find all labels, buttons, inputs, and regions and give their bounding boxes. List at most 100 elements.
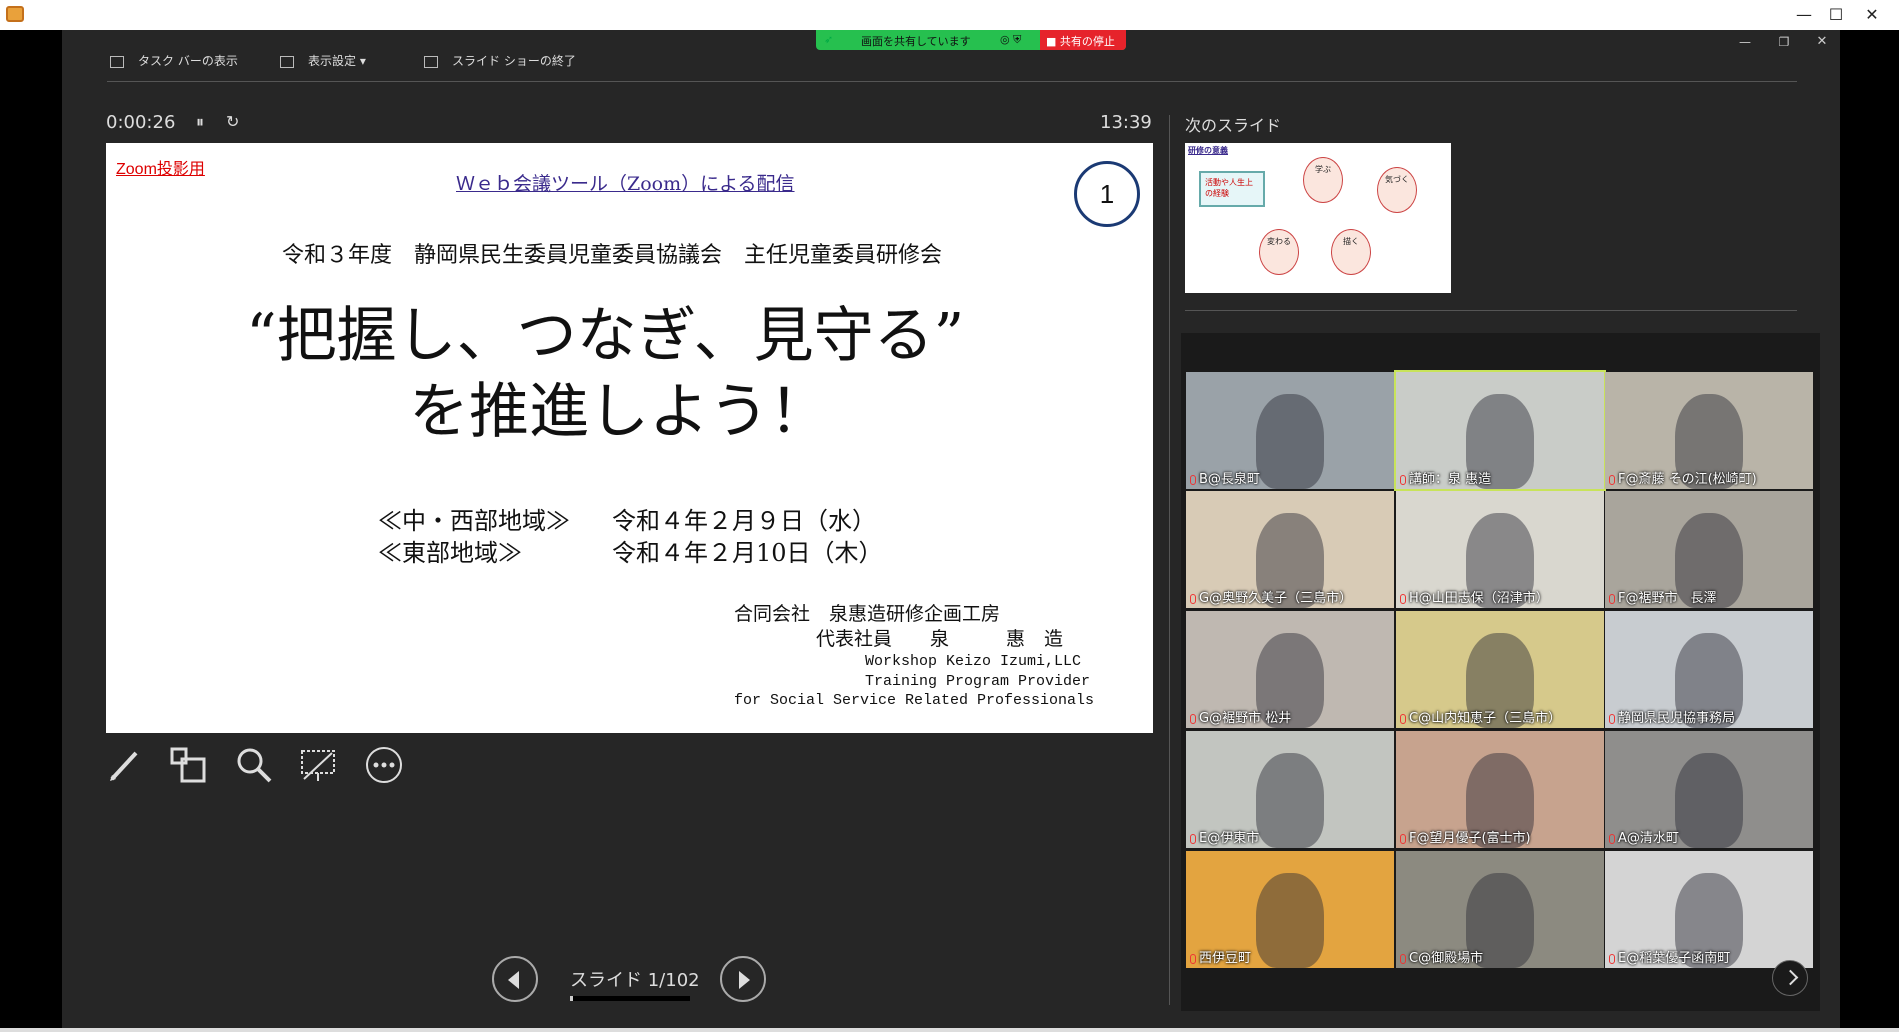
muted-mic-icon bbox=[1400, 833, 1406, 844]
next-slide-thumbnail[interactable]: 研修の意義 活動や人生上の経験 学ぶ 気づく 描く 変わる bbox=[1185, 143, 1451, 293]
participant-name: A@清水町 bbox=[1609, 827, 1679, 846]
english-line2: Training Program Provider bbox=[865, 673, 1091, 690]
participant-name: G@奥野久美子（三島市） bbox=[1190, 587, 1352, 606]
participant-name-text: A@清水町 bbox=[1618, 831, 1679, 846]
participant-name-text: 講師：泉 惠造 bbox=[1409, 472, 1492, 487]
pen-icon[interactable] bbox=[106, 745, 146, 785]
slide-progress bbox=[570, 996, 690, 1001]
stop-share-label: 共有の停止 bbox=[1059, 35, 1115, 48]
previous-slide-button[interactable] bbox=[492, 956, 538, 1002]
maximize-button[interactable]: ☐ bbox=[1818, 3, 1854, 27]
english-line1: Workshop Keizo Izumi,LLC bbox=[865, 653, 1082, 670]
participant-tile[interactable]: 講師：泉 惠造 bbox=[1394, 370, 1606, 491]
participant-name-text: C@御殿場市 bbox=[1409, 951, 1484, 966]
show-taskbar-button[interactable]: タスク バーの表示 bbox=[110, 52, 238, 69]
date1: 令和４年２月９日（水） bbox=[612, 507, 876, 535]
elapsed-timer: 0:00:26 bbox=[106, 112, 176, 133]
participant-tile[interactable]: E@伊東市 bbox=[1186, 731, 1394, 848]
share-status: 画面を共有しています bbox=[861, 35, 971, 48]
participant-name-text: 静岡県民児協事務局 bbox=[1618, 711, 1736, 726]
slide-title-line2: を推進しよう！ bbox=[409, 377, 829, 447]
muted-mic-icon bbox=[1190, 593, 1196, 604]
participant-name: F@裾野市 長澤 bbox=[1609, 587, 1716, 606]
participant-video bbox=[1256, 394, 1324, 489]
end-slideshow-icon bbox=[424, 55, 438, 68]
date2-region: ≪東部地域≫ bbox=[378, 539, 522, 567]
participant-name-text: F@望月優子(富士市) bbox=[1409, 831, 1531, 846]
end-slideshow-label: スライド ショーの終了 bbox=[452, 54, 576, 68]
muted-mic-icon bbox=[1400, 953, 1406, 964]
pv-close-icon[interactable]: ✕ bbox=[1804, 30, 1840, 54]
participant-video bbox=[1675, 753, 1743, 848]
participant-tile[interactable]: H@山田志保（沼津市） bbox=[1396, 491, 1604, 608]
muted-mic-icon bbox=[1609, 833, 1615, 844]
participant-tile[interactable]: F@斎藤 その江(松崎町) bbox=[1605, 372, 1813, 489]
slide-header: Ｗｅｂ会議ツール（Zoom）による配信 bbox=[456, 173, 795, 195]
slide-progress-fill bbox=[570, 996, 573, 1001]
participant-name: G@裾野市 松井 bbox=[1190, 707, 1291, 726]
muted-mic-icon bbox=[1190, 474, 1196, 485]
close-button[interactable]: ✕ bbox=[1854, 3, 1890, 27]
black-screen-icon[interactable] bbox=[298, 745, 338, 785]
display-settings-label: 表示設定 ▾ bbox=[308, 54, 366, 68]
date1-region: ≪中・西部地域≫ bbox=[378, 507, 570, 535]
english-line3: for Social Service Related Professionals bbox=[734, 692, 1095, 709]
participant-tile[interactable]: 静岡県民児協事務局 bbox=[1605, 611, 1813, 728]
participant-name-text: G@奥野久美子（三島市） bbox=[1199, 591, 1353, 606]
restart-timer-icon[interactable]: ↻ bbox=[226, 112, 239, 131]
display-settings-button[interactable]: 表示設定 ▾ bbox=[280, 52, 366, 69]
participant-tile[interactable]: E@稲葉優子函南町 bbox=[1605, 851, 1813, 968]
participant-name: E@伊東市 bbox=[1190, 827, 1259, 846]
pv-minimize-icon[interactable]: — bbox=[1727, 30, 1763, 54]
participant-name: E@稲葉優子函南町 bbox=[1609, 947, 1730, 966]
participant-name-text: F@裾野市 長澤 bbox=[1618, 591, 1717, 606]
muted-mic-icon bbox=[1190, 953, 1196, 964]
app-icon bbox=[6, 6, 24, 22]
thumb-box: 活動や人生上の経験 bbox=[1199, 171, 1265, 207]
pause-icon[interactable]: ⏸ bbox=[196, 112, 204, 132]
stop-share-button[interactable]: ■ 共有の停止 bbox=[1040, 30, 1126, 50]
muted-mic-icon bbox=[1609, 713, 1615, 724]
participant-name-text: G@裾野市 松井 bbox=[1199, 711, 1292, 726]
participant-tile[interactable]: C@山内知恵子（三島市） bbox=[1396, 611, 1604, 728]
participant-tile[interactable]: G@奥野久美子（三島市） bbox=[1186, 491, 1394, 608]
company-name: 合同会社 泉惠造研修企画工房 bbox=[734, 603, 1001, 625]
zoom-icon[interactable] bbox=[234, 745, 274, 785]
toolbar-divider bbox=[107, 81, 1797, 82]
muted-mic-icon bbox=[1400, 593, 1406, 604]
date2: 令和４年２月10日（木） bbox=[612, 539, 883, 567]
participant-name: F@斎藤 その江(松崎町) bbox=[1609, 468, 1757, 487]
pv-restore-icon[interactable]: ❐ bbox=[1766, 30, 1802, 54]
end-slideshow-button[interactable]: スライド ショーの終了 bbox=[424, 52, 576, 69]
participant-name-text: F@斎藤 その江(松崎町) bbox=[1618, 472, 1757, 487]
muted-mic-icon bbox=[1400, 713, 1406, 724]
participant-tile[interactable]: 西伊豆町 bbox=[1186, 851, 1394, 968]
muted-mic-icon bbox=[1609, 953, 1615, 964]
participant-tile[interactable]: F@望月優子(富士市) bbox=[1396, 731, 1604, 848]
participant-name: C@御殿場市 bbox=[1400, 947, 1483, 966]
participant-name: 静岡県民児協事務局 bbox=[1609, 707, 1735, 726]
participant-tile[interactable]: B@長泉町 bbox=[1186, 372, 1394, 489]
participant-name-text: 西伊豆町 bbox=[1199, 951, 1252, 966]
participant-name: 西伊豆町 bbox=[1190, 947, 1251, 966]
participant-tile[interactable]: A@清水町 bbox=[1605, 731, 1813, 848]
muted-mic-icon bbox=[1190, 833, 1196, 844]
minimize-button[interactable]: — bbox=[1786, 3, 1822, 27]
share-options-icon[interactable]: ◎ ⛨ bbox=[1000, 33, 1021, 47]
more-options-icon[interactable] bbox=[364, 745, 404, 785]
muted-mic-icon bbox=[1400, 474, 1406, 485]
participant-name: 講師：泉 惠造 bbox=[1400, 468, 1491, 487]
muted-mic-icon bbox=[1609, 593, 1615, 604]
muted-mic-icon bbox=[1190, 713, 1196, 724]
participant-tile[interactable]: G@裾野市 松井 bbox=[1186, 611, 1394, 728]
thumb-c3: 描く bbox=[1331, 229, 1371, 275]
next-page-icon[interactable] bbox=[1772, 960, 1808, 996]
all-slides-icon[interactable] bbox=[168, 745, 208, 785]
next-slide-button[interactable] bbox=[720, 956, 766, 1002]
zoom-tag: Zoom投影用 bbox=[116, 161, 205, 178]
participant-tile[interactable]: F@裾野市 長澤 bbox=[1605, 491, 1813, 608]
share-icon: ➶ bbox=[824, 33, 834, 46]
participant-tile[interactable]: C@御殿場市 bbox=[1396, 851, 1604, 968]
thumb-c4: 変わる bbox=[1259, 229, 1299, 275]
slide-subtitle: 令和３年度 静岡県民生委員児童委員協議会 主任児童委員研修会 bbox=[282, 243, 943, 268]
